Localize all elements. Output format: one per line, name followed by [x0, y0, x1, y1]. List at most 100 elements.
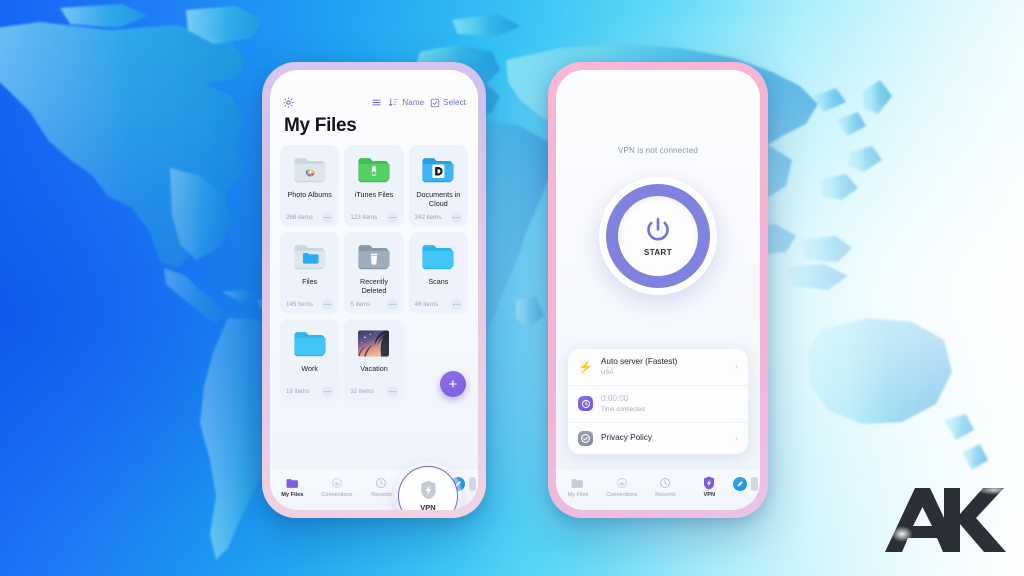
nav-right-controls	[733, 476, 759, 491]
file-meta: 268 items	[283, 212, 336, 223]
folder-icon	[286, 476, 299, 490]
file-name: Documents in Cloud	[416, 190, 461, 208]
folder-itunes-icon	[357, 152, 391, 186]
nav-label: Recents	[371, 492, 392, 498]
nav-item-my-files[interactable]: My Files	[558, 476, 598, 498]
nav-item-my-files[interactable]: My Files	[272, 476, 312, 498]
nav-label: Recents	[655, 492, 676, 498]
shield-check-icon	[578, 431, 593, 446]
more-options-icon[interactable]	[386, 212, 398, 223]
bolt-icon: ⚡	[578, 359, 593, 374]
file-count: 18 items	[286, 388, 310, 395]
vpn-status-text: VPN is not connected	[618, 146, 698, 155]
photo-thumbnail-icon	[358, 326, 390, 360]
scroll-indicator[interactable]	[751, 477, 759, 491]
file-count: 268 items	[286, 214, 313, 221]
file-name: Scans	[428, 277, 449, 286]
row-text: 0:00:00 Time connected	[601, 394, 730, 414]
phone2-bottom-nav: My Files Connections Recents VPN	[556, 470, 760, 510]
more-options-icon[interactable]	[322, 212, 334, 223]
row-title: 0:00:00	[601, 393, 629, 403]
vpn-highlight-label: VPN	[420, 503, 436, 510]
row-privacy-policy[interactable]: Privacy Policy ›	[568, 423, 748, 454]
nav-label: VPN	[703, 492, 716, 498]
file-meta: 46 items	[412, 299, 465, 310]
file-cell-vacation[interactable]: Vacation 32 items	[344, 319, 404, 401]
file-name: Photo Albums	[287, 190, 332, 199]
gear-icon[interactable]	[282, 96, 295, 109]
wifi-icon	[616, 476, 628, 490]
folder-work-icon	[293, 326, 327, 360]
file-name: Recently Deleted	[360, 277, 388, 295]
phone2-screen: VPN is not connected START ⚡ Auto server…	[556, 70, 760, 510]
page-title: My Files	[284, 115, 357, 136]
row-time-connected: 0:00:00 Time connected	[568, 386, 748, 423]
file-count: 46 items	[414, 301, 439, 308]
nav-label: Connections	[606, 492, 638, 498]
chevron-right-icon: ›	[735, 361, 738, 372]
file-name: Work	[301, 364, 318, 373]
ak-logo	[882, 478, 1008, 562]
files-toolbar: Name Select	[270, 70, 478, 109]
edit-icon[interactable]	[733, 477, 748, 491]
file-meta: 18 items	[283, 386, 336, 397]
nav-item-connections[interactable]: Connections	[317, 476, 357, 498]
file-cell-work[interactable]: Work 18 items	[280, 319, 340, 401]
power-button-ring: START	[606, 184, 710, 288]
background-light-overlay	[0, 0, 1024, 576]
row-subtitle: Time connected	[601, 405, 645, 413]
file-count: 32 items	[350, 388, 374, 395]
file-count: 342 items	[414, 214, 442, 221]
screenshot-stage: Name Select My Files Photo Albums 268 it…	[0, 0, 1024, 576]
folder-icon	[571, 476, 584, 490]
clock-icon	[659, 476, 671, 490]
shield-bolt-icon	[703, 476, 715, 490]
row-title: Privacy Policy	[601, 433, 652, 443]
folder-files-icon	[293, 239, 327, 273]
nav-item-recents[interactable]: Recents	[361, 476, 401, 498]
list-view-button[interactable]	[371, 97, 382, 108]
folder-trash-icon	[357, 239, 391, 273]
file-count: 5 items	[350, 301, 371, 308]
vpn-options-card: ⚡ Auto server (Fastest) USA › 0:00:00 Ti…	[568, 348, 748, 454]
more-options-icon[interactable]	[450, 299, 462, 310]
row-subtitle: USA	[600, 368, 614, 376]
file-cell-photo-albums[interactable]: Photo Albums 268 items	[280, 145, 340, 227]
file-meta: 32 items	[347, 386, 400, 397]
row-title: Auto server (Fastest)	[600, 356, 678, 366]
scroll-indicator[interactable]	[468, 477, 476, 491]
power-icon	[647, 217, 669, 241]
phone-mockup-vpn: VPN is not connected START ⚡ Auto server…	[548, 62, 768, 518]
wifi-icon	[331, 476, 343, 490]
file-name: Files	[302, 277, 318, 286]
add-button[interactable]: +	[440, 371, 466, 397]
nav-label: My Files	[567, 492, 589, 498]
power-button[interactable]: START	[618, 196, 698, 276]
file-count: 145 items	[286, 301, 313, 308]
more-options-icon[interactable]	[386, 386, 398, 397]
file-meta: 342 items	[412, 212, 465, 223]
nav-item-recents[interactable]: Recents	[645, 476, 685, 498]
nav-item-vpn[interactable]: VPN	[689, 476, 729, 498]
clock-icon	[578, 396, 593, 412]
checkbox-icon	[430, 98, 440, 107]
more-options-icon[interactable]	[450, 212, 462, 223]
nav-item-connections[interactable]: Connections	[602, 476, 642, 498]
file-cell-documents-in-cloud[interactable]: Documents in Cloud 342 items	[408, 145, 468, 227]
shield-bolt-icon	[420, 480, 436, 500]
nav-label: Connections	[321, 492, 353, 498]
more-options-icon[interactable]	[386, 299, 398, 310]
row-text: Auto server (Fastest) USA	[601, 357, 727, 377]
folder-photos-icon	[293, 152, 327, 186]
row-text: Privacy Policy	[601, 433, 727, 444]
file-cell-recently-deleted[interactable]: Recently Deleted 5 items	[344, 232, 404, 314]
more-options-icon[interactable]	[322, 299, 334, 310]
more-options-icon[interactable]	[322, 386, 334, 397]
row-auto-server[interactable]: ⚡ Auto server (Fastest) USA ›	[568, 349, 748, 386]
file-cell-itunes-files[interactable]: iTunes Files 123 items	[344, 145, 404, 227]
select-button[interactable]: Select	[430, 98, 466, 108]
power-button-label: START	[643, 248, 673, 257]
file-cell-scans[interactable]: Scans 46 items	[408, 232, 468, 314]
file-cell-files[interactable]: Files 145 items	[280, 232, 340, 314]
sort-button[interactable]: Name	[388, 97, 424, 108]
